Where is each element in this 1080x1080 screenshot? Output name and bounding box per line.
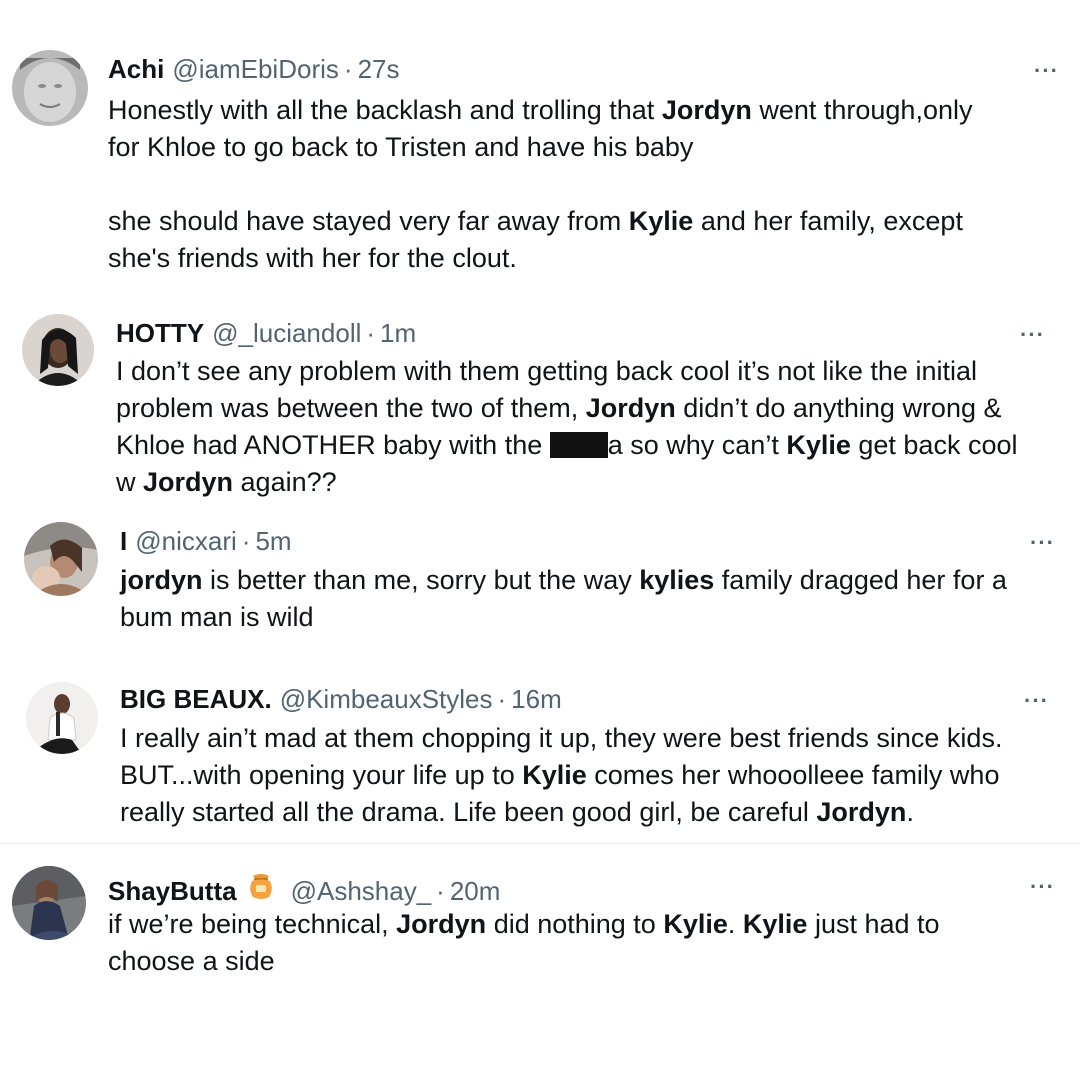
timestamp[interactable]: 1m — [380, 318, 416, 349]
text-span: didn’t do anything wrong & — [675, 393, 1002, 423]
text-line: I really ain’t mad at them chopping it u… — [120, 723, 1003, 753]
timestamp[interactable]: 27s — [358, 54, 400, 85]
text-span: again?? — [233, 467, 337, 497]
text-span: just had to — [807, 909, 940, 939]
tweet-header: HOTTY @_luciandoll · 1m — [116, 318, 416, 349]
text-span: family dragged her for a — [714, 565, 1007, 595]
text-line: w Jordyn again?? — [116, 464, 1071, 501]
text-span: did nothing to — [486, 909, 664, 939]
display-name[interactable]: I — [120, 526, 127, 557]
user-handle[interactable]: @_luciandoll — [212, 318, 361, 349]
text-line: I don’t see any problem with them gettin… — [116, 356, 977, 386]
tweet-text: I don’t see any problem with them gettin… — [116, 353, 1071, 501]
separator-dot: · — [241, 526, 251, 556]
text-span: BUT...with opening your life up to — [120, 760, 523, 790]
separator-dot: · — [436, 876, 445, 906]
text-span: comes her whooolleee family who — [586, 760, 1000, 790]
more-options-icon[interactable]: ··· — [1034, 58, 1059, 84]
user-handle[interactable]: @Ashshay_ — [291, 876, 432, 907]
tweet-hotty[interactable]: HOTTY @_luciandoll · 1m ··· I don’t see … — [0, 300, 1080, 510]
bold-mention: Jordyn — [661, 95, 752, 125]
text-line: jordyn is better than me, sorry but the … — [120, 562, 1070, 599]
separator-dot: · — [497, 684, 507, 714]
tweet-header: ShayButta @Ashshay_ · 20m — [108, 870, 500, 907]
text-line: choose a side — [108, 946, 275, 976]
text-span: if we’re being technical, — [108, 909, 397, 939]
more-options-icon[interactable]: ··· — [1024, 688, 1049, 714]
separator-dot: · — [343, 54, 353, 84]
text-span: . — [727, 909, 743, 939]
text-span: is better than me, sorry but the way — [202, 565, 640, 595]
tweet-shaybutta[interactable]: ShayButta @Ashshay_ · 20m ··· if we’re b… — [0, 844, 1080, 1024]
bold-mention: Kylie — [786, 430, 851, 460]
avatar[interactable] — [12, 50, 88, 126]
timestamp[interactable]: 5m — [255, 526, 291, 557]
user-handle[interactable]: @KimbeauxStyles — [280, 684, 493, 715]
more-options-icon[interactable]: ··· — [1020, 322, 1045, 348]
text-line: for Khloe to go back to Tristen and have… — [108, 132, 694, 162]
bold-mention: Jordyn — [585, 393, 676, 423]
user-handle[interactable]: @nicxari — [135, 526, 237, 557]
text-line: Honestly with all the backlash and troll… — [108, 92, 1068, 129]
avatar[interactable] — [26, 682, 98, 754]
text-line: she's friends with her for the clout. — [108, 243, 517, 273]
honey-pot-icon — [247, 870, 275, 905]
text-line: Khloe had ANOTHER baby with the a so why… — [116, 427, 1071, 464]
bold-mention: jordyn — [120, 565, 203, 595]
tweet-header: I @nicxari · 5m — [120, 526, 292, 557]
display-name[interactable]: BIG BEAUX. — [120, 684, 272, 715]
display-name[interactable]: HOTTY — [116, 318, 204, 349]
text-span: . — [906, 797, 914, 827]
text-span: a so why can’t — [607, 430, 787, 460]
redaction-block — [549, 432, 608, 458]
tweet-text: I really ain’t mad at them chopping it u… — [120, 720, 1075, 831]
tweet-text: jordyn is better than me, sorry but the … — [120, 562, 1070, 636]
text-line: really started all the drama. Life been … — [120, 794, 1075, 831]
text-line: she should have stayed very far away fro… — [108, 203, 1068, 240]
text-line: problem was between the two of them, Jor… — [116, 390, 1071, 427]
text-span: she should have stayed very far away fro… — [108, 206, 629, 236]
text-span: went through,only — [751, 95, 973, 125]
bold-mention: Kylie — [522, 760, 587, 790]
timestamp[interactable]: 20m — [450, 876, 501, 907]
tweet-header: Achi @iamEbiDoris · 27s — [108, 54, 399, 85]
user-handle[interactable]: @iamEbiDoris — [172, 54, 339, 85]
tweet-nicxari[interactable]: I @nicxari · 5m ··· jordyn is better tha… — [0, 510, 1080, 660]
text-span: w — [116, 467, 143, 497]
tweet-achi[interactable]: Achi @iamEbiDoris · 27s ··· Honestly wit… — [0, 0, 1080, 300]
bold-mention: Jordyn — [143, 467, 234, 497]
text-span: Khloe had ANOTHER baby with the — [116, 430, 550, 460]
text-line: BUT...with opening your life up to Kylie… — [120, 757, 1075, 794]
display-name[interactable]: ShayButta — [108, 876, 237, 907]
separator-dot: · — [366, 318, 376, 348]
avatar[interactable] — [22, 314, 94, 386]
bold-mention: Kylie — [628, 206, 694, 236]
text-span: problem was between the two of them, — [116, 393, 586, 423]
text-span: Honestly with all the backlash and troll… — [108, 95, 662, 125]
bold-mention: Kylie — [663, 909, 728, 939]
bold-mention: kylies — [639, 565, 715, 595]
bold-mention: Jordyn — [816, 797, 907, 827]
text-line: if we’re being technical, Jordyn did not… — [108, 906, 1068, 943]
bold-mention: Jordyn — [396, 909, 487, 939]
avatar[interactable] — [24, 522, 98, 596]
tweet-bigbeaux[interactable]: BIG BEAUX. @KimbeauxStyles · 16m ··· I r… — [0, 668, 1080, 843]
text-span: and her family, except — [693, 206, 963, 236]
more-options-icon[interactable]: ··· — [1030, 874, 1055, 900]
bold-mention: Kylie — [742, 909, 808, 939]
display-name[interactable]: Achi — [108, 54, 164, 85]
tweet-text: Honestly with all the backlash and troll… — [108, 92, 1068, 277]
more-options-icon[interactable]: ··· — [1030, 530, 1055, 556]
avatar[interactable] — [12, 866, 86, 940]
tweet-text: if we’re being technical, Jordyn did not… — [108, 906, 1068, 980]
timestamp[interactable]: 16m — [511, 684, 562, 715]
tweet-header: BIG BEAUX. @KimbeauxStyles · 16m — [120, 684, 562, 715]
text-span: really started all the drama. Life been … — [120, 797, 817, 827]
text-span: get back cool — [850, 430, 1018, 460]
text-line: bum man is wild — [120, 602, 314, 632]
